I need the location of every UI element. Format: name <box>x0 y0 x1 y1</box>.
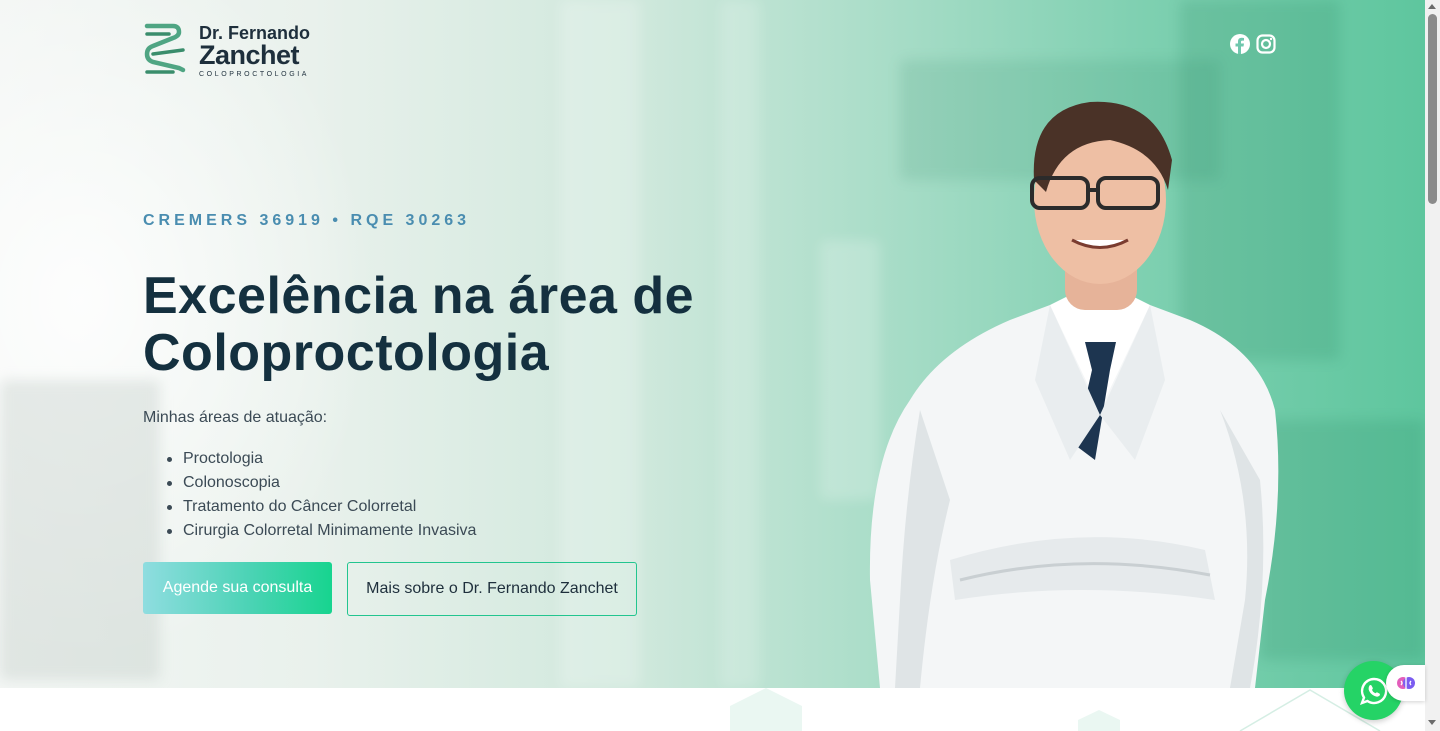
hexagon-decoration <box>1078 710 1120 731</box>
hero-section: Dr. Fernando Zanchet COLOPROCTOLOGIA CRE… <box>0 0 1425 688</box>
site-logo[interactable]: Dr. Fernando Zanchet COLOPROCTOLOGIA <box>143 20 310 80</box>
medical-credential: CREMERS 36919 • RQE 30263 <box>143 212 471 229</box>
scroll-down-arrow-icon[interactable] <box>1428 720 1436 725</box>
schedule-appointment-button[interactable]: Agende sua consulta <box>143 562 332 614</box>
logo-specialty: COLOPROCTOLOGIA <box>199 71 310 78</box>
facebook-icon <box>1230 34 1250 54</box>
instagram-link[interactable] <box>1256 34 1276 59</box>
scrollbar[interactable] <box>1425 0 1440 731</box>
scroll-up-arrow-icon[interactable] <box>1428 4 1436 9</box>
page-title: Excelência na área de Coloproctologia <box>143 267 695 382</box>
brain-extension-icon <box>1396 677 1415 689</box>
scrollbar-thumb[interactable] <box>1428 14 1437 204</box>
instagram-icon <box>1256 34 1276 54</box>
next-section-preview <box>0 688 1425 731</box>
background-blur <box>0 380 160 680</box>
browser-extension-badge[interactable] <box>1386 665 1425 701</box>
facebook-link[interactable] <box>1230 34 1250 59</box>
list-item: Tratamento do Câncer Colorretal <box>143 495 476 519</box>
list-item: Cirurgia Colorretal Minimamente Invasiva <box>143 519 476 543</box>
social-links <box>1230 34 1276 59</box>
logo-name-last: Zanchet <box>199 40 300 70</box>
intestine-logo-icon <box>144 23 186 74</box>
areas-list: Proctologia Colonoscopia Tratamento do C… <box>143 447 476 543</box>
list-item: Colonoscopia <box>143 471 476 495</box>
whatsapp-icon <box>1359 677 1387 705</box>
doctor-portrait <box>869 101 1279 688</box>
about-doctor-button[interactable]: Mais sobre o Dr. Fernando Zanchet <box>347 562 637 616</box>
logo-text: Dr. Fernando Zanchet COLOPROCTOLOGIA <box>199 24 310 80</box>
areas-title: Minhas áreas de atuação: <box>143 409 328 426</box>
hexagon-decoration <box>730 688 802 731</box>
list-item: Proctologia <box>143 447 476 471</box>
